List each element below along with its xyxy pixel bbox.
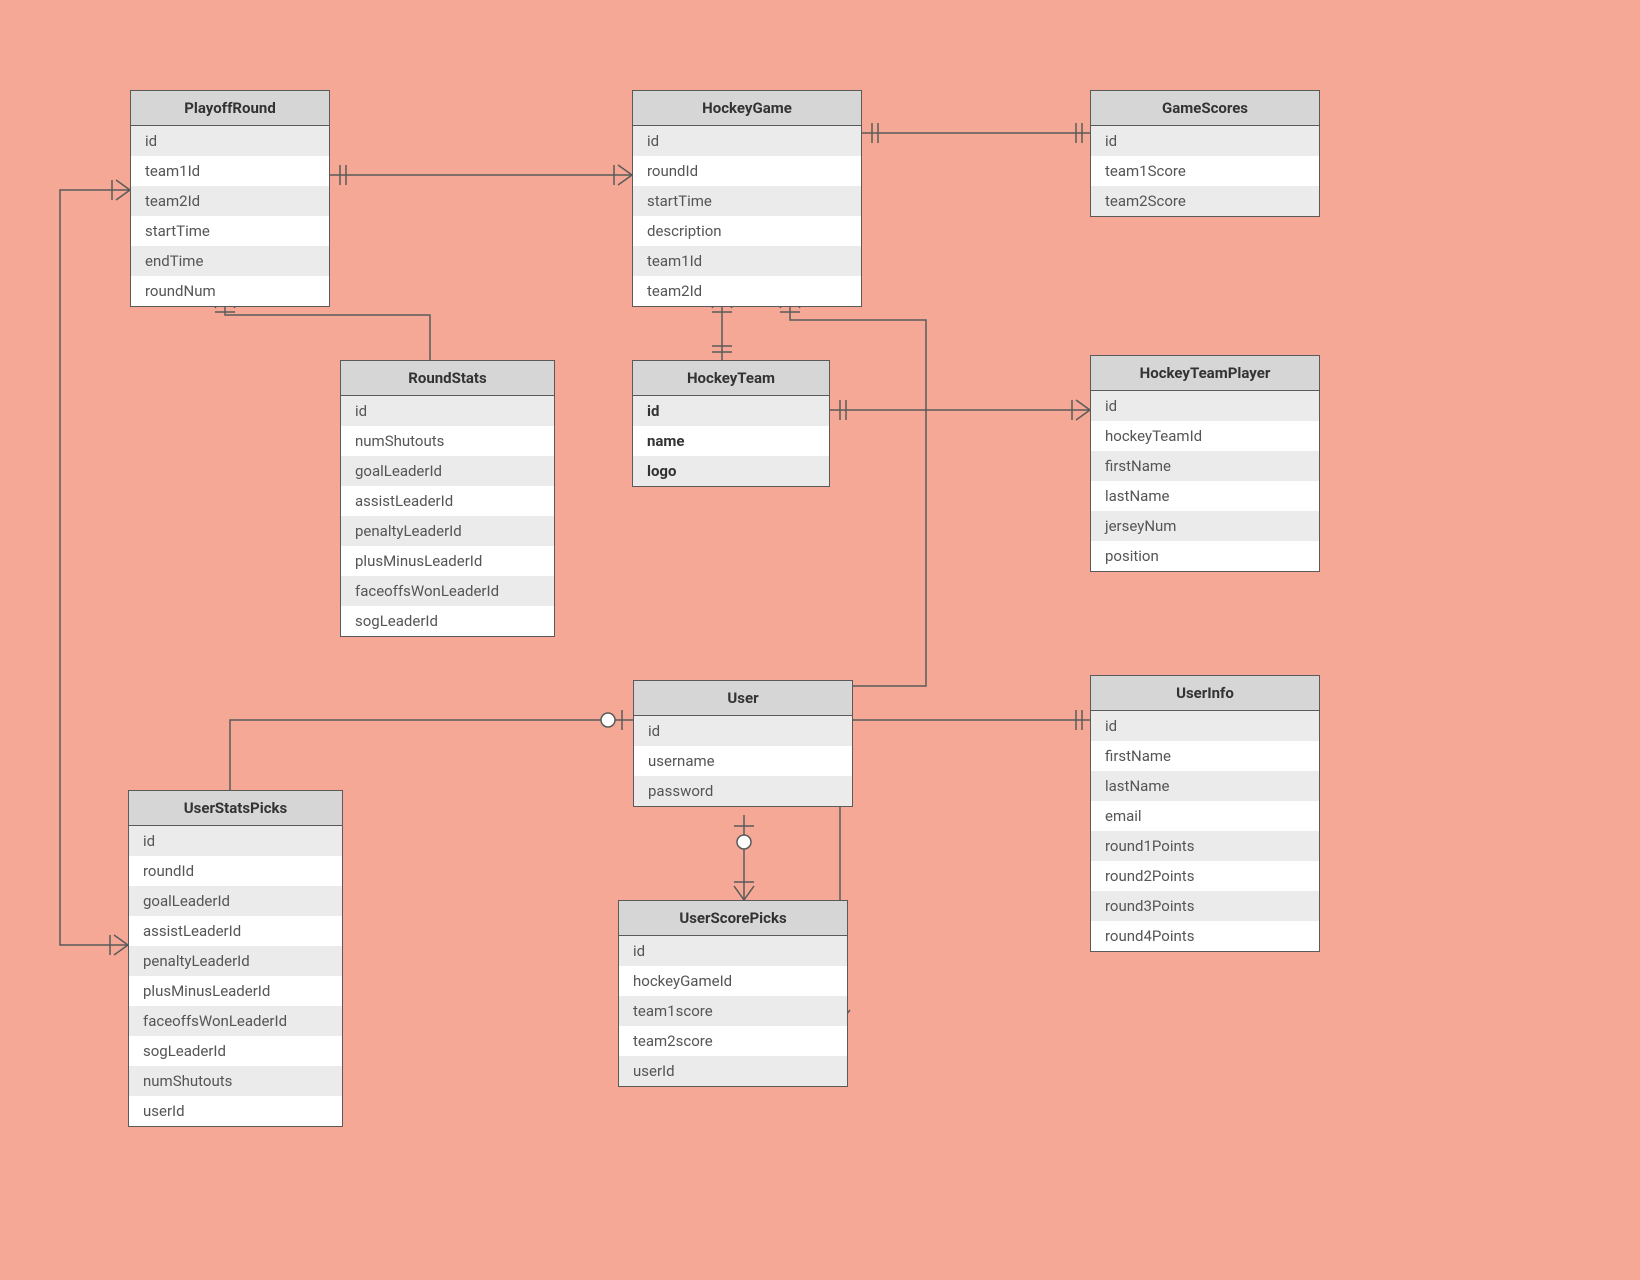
field: round3Points [1091, 891, 1319, 921]
field: round2Points [1091, 861, 1319, 891]
field: numShutouts [341, 426, 554, 456]
field: assistLeaderId [129, 916, 342, 946]
field: id [634, 716, 852, 746]
field: id [1091, 711, 1319, 741]
field: penaltyLeaderId [129, 946, 342, 976]
entity-user[interactable]: User id username password [633, 680, 853, 807]
entity-title: RoundStats [341, 361, 554, 396]
field: id [1091, 126, 1319, 156]
field: jerseyNum [1091, 511, 1319, 541]
field: logo [633, 456, 829, 486]
field: team1Id [131, 156, 329, 186]
field: numShutouts [129, 1066, 342, 1096]
field: userId [619, 1056, 847, 1086]
field: team2Score [1091, 186, 1319, 216]
entity-title: User [634, 681, 852, 716]
field: roundNum [131, 276, 329, 306]
field: email [1091, 801, 1319, 831]
field: id [341, 396, 554, 426]
entity-title: UserInfo [1091, 676, 1319, 711]
field: round1Points [1091, 831, 1319, 861]
entity-title: GameScores [1091, 91, 1319, 126]
field: id [633, 126, 861, 156]
entity-title: UserScorePicks [619, 901, 847, 936]
field: description [633, 216, 861, 246]
entity-userinfo[interactable]: UserInfo id firstName lastName email rou… [1090, 675, 1320, 952]
entity-playoffround[interactable]: PlayoffRound id team1Id team2Id startTim… [130, 90, 330, 307]
entity-gamescores[interactable]: GameScores id team1Score team2Score [1090, 90, 1320, 217]
entity-title: UserStatsPicks [129, 791, 342, 826]
field: team1Score [1091, 156, 1319, 186]
field: lastName [1091, 481, 1319, 511]
er-diagram-canvas: PlayoffRound id team1Id team2Id startTim… [0, 0, 1640, 1280]
field: sogLeaderId [129, 1036, 342, 1066]
field: id [1091, 391, 1319, 421]
entity-title: HockeyTeam [633, 361, 829, 396]
entity-title: HockeyGame [633, 91, 861, 126]
field: roundId [633, 156, 861, 186]
entity-roundstats[interactable]: RoundStats id numShutouts goalLeaderId a… [340, 360, 555, 637]
field: id [619, 936, 847, 966]
field: sogLeaderId [341, 606, 554, 636]
field: team2Id [633, 276, 861, 306]
field: startTime [633, 186, 861, 216]
field: firstName [1091, 451, 1319, 481]
field: team1score [619, 996, 847, 1026]
field: goalLeaderId [341, 456, 554, 486]
field: faceoffsWonLeaderId [129, 1006, 342, 1036]
field: id [129, 826, 342, 856]
entity-hockeyteamplayer[interactable]: HockeyTeamPlayer id hockeyTeamId firstNa… [1090, 355, 1320, 572]
entity-userscorepicks[interactable]: UserScorePicks id hockeyGameId team1scor… [618, 900, 848, 1087]
field: round4Points [1091, 921, 1319, 951]
field: position [1091, 541, 1319, 571]
field: faceoffsWonLeaderId [341, 576, 554, 606]
entity-title: HockeyTeamPlayer [1091, 356, 1319, 391]
field: startTime [131, 216, 329, 246]
field: goalLeaderId [129, 886, 342, 916]
field: assistLeaderId [341, 486, 554, 516]
field: plusMinusLeaderId [341, 546, 554, 576]
entity-hockeyteam[interactable]: HockeyTeam id name logo [632, 360, 830, 487]
field: hockeyGameId [619, 966, 847, 996]
entity-hockeygame[interactable]: HockeyGame id roundId startTime descript… [632, 90, 862, 307]
field: team1Id [633, 246, 861, 276]
entity-title: PlayoffRound [131, 91, 329, 126]
field: password [634, 776, 852, 806]
field: id [131, 126, 329, 156]
field: username [634, 746, 852, 776]
field: name [633, 426, 829, 456]
field: plusMinusLeaderId [129, 976, 342, 1006]
field: endTime [131, 246, 329, 276]
field: hockeyTeamId [1091, 421, 1319, 451]
field: team2score [619, 1026, 847, 1056]
field: userId [129, 1096, 342, 1126]
field: team2Id [131, 186, 329, 216]
field: lastName [1091, 771, 1319, 801]
field: roundId [129, 856, 342, 886]
entity-userstatspicks[interactable]: UserStatsPicks id roundId goalLeaderId a… [128, 790, 343, 1127]
field: id [633, 396, 829, 426]
field: firstName [1091, 741, 1319, 771]
field: penaltyLeaderId [341, 516, 554, 546]
